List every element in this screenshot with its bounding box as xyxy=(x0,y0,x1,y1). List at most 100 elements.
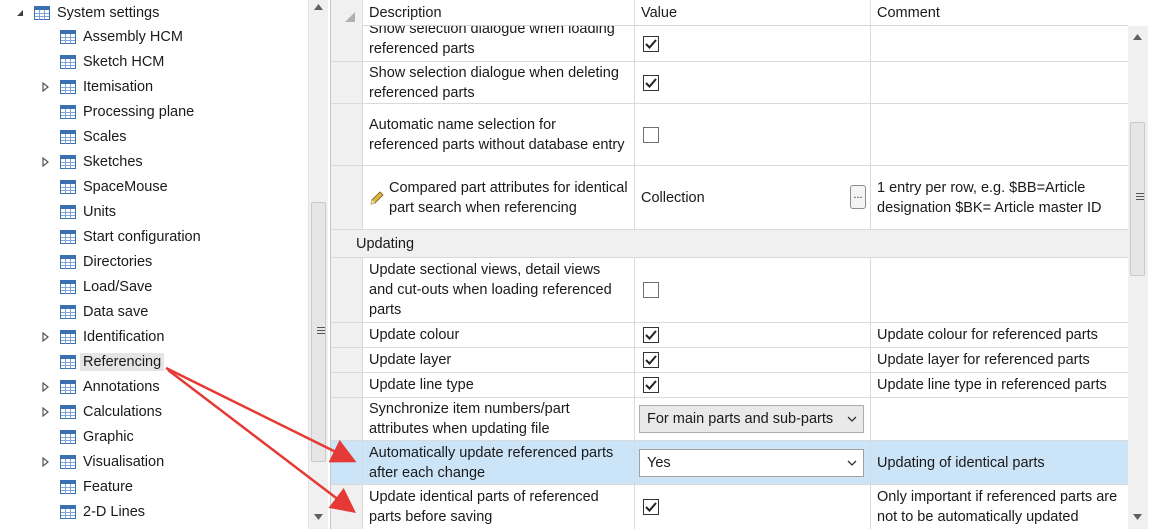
section-header-updating[interactable]: Updating xyxy=(331,230,1128,258)
tree-item[interactable]: Units xyxy=(40,199,119,224)
edit-collection-button[interactable]: ... xyxy=(850,185,866,209)
select-value: For main parts and sub-parts xyxy=(647,411,834,427)
chevron-right-icon[interactable] xyxy=(40,156,52,168)
tree-item-label: Sketches xyxy=(83,153,143,170)
row-comment: Update layer for referenced parts xyxy=(870,348,1128,372)
tree-item-label: Directories xyxy=(83,253,153,270)
row-comment: Only important if referenced parts are n… xyxy=(870,485,1128,529)
settings-table-icon xyxy=(60,29,76,44)
row-value[interactable] xyxy=(634,258,870,322)
tree-item[interactable]: Visualisation xyxy=(40,449,167,474)
row-value[interactable] xyxy=(634,104,870,165)
column-header-value[interactable]: Value xyxy=(634,0,870,26)
tree-item[interactable]: Graphic xyxy=(40,424,137,449)
tree-scrollbar[interactable] xyxy=(308,0,328,529)
tree-scrollbar-thumb[interactable] xyxy=(311,202,326,462)
tree-item[interactable]: Directories xyxy=(40,249,155,274)
grid-row[interactable]: Update colour Update colour for referenc… xyxy=(331,323,1128,348)
row-value[interactable] xyxy=(634,348,870,372)
tree-item-label: Referencing xyxy=(80,352,165,371)
settings-table-icon xyxy=(34,5,50,20)
tree-item[interactable]: Sketch HCM xyxy=(40,49,167,74)
tree-item[interactable]: Feature xyxy=(40,474,136,499)
grid-row[interactable]: Update line type Update line type in ref… xyxy=(331,373,1128,398)
chevron-right-icon[interactable] xyxy=(40,81,52,93)
settings-table-icon xyxy=(60,354,76,369)
row-comment xyxy=(870,62,1128,103)
grid-scrollbar[interactable] xyxy=(1128,26,1148,529)
tree-item[interactable]: Calculations xyxy=(40,399,165,424)
row-value[interactable] xyxy=(634,373,870,397)
tree-item[interactable]: Sketches xyxy=(40,149,146,174)
scroll-down-arrow-icon[interactable] xyxy=(314,514,323,520)
grid-row[interactable]: Compared part attributes for identical p… xyxy=(331,166,1128,230)
grid-scrollbar-thumb[interactable] xyxy=(1130,122,1145,276)
tree-item-label: 2-D Lines xyxy=(83,503,146,520)
settings-table-icon xyxy=(60,204,76,219)
scroll-down-arrow-icon[interactable] xyxy=(1133,514,1142,520)
grid-row[interactable]: Update identical parts of referenced par… xyxy=(331,485,1128,529)
grid-row[interactable]: Show selection dialogue when deleting re… xyxy=(331,62,1128,104)
grid-row[interactable]: Automatic name selection for referenced … xyxy=(331,104,1128,166)
grid-row[interactable]: Synchronize item numbers/part attributes… xyxy=(331,398,1128,441)
row-comment: Updating of identical parts xyxy=(870,441,1128,484)
grid-header: Description Value Comment xyxy=(331,0,1128,26)
chevron-down-icon xyxy=(847,460,857,466)
row-value[interactable]: For main parts and sub-parts xyxy=(634,398,870,440)
chevron-right-icon[interactable] xyxy=(40,406,52,418)
auto-update-select[interactable]: Yes xyxy=(639,448,864,477)
checkbox[interactable] xyxy=(643,282,659,298)
tree-root-system-settings[interactable]: System settings xyxy=(14,0,162,25)
tree-item[interactable]: Load/Save xyxy=(40,274,155,299)
settings-table-icon xyxy=(60,429,76,444)
row-value[interactable] xyxy=(634,62,870,103)
grid-row[interactable]: Update layer Update layer for referenced… xyxy=(331,348,1128,373)
tree-item[interactable]: Processing plane xyxy=(40,99,197,124)
checkbox[interactable] xyxy=(643,499,659,515)
tree-item[interactable]: 2-D Lines xyxy=(40,499,148,524)
tree-item[interactable]: Data save xyxy=(40,299,151,324)
chevron-right-icon[interactable] xyxy=(40,456,52,468)
checkbox[interactable] xyxy=(643,327,659,343)
header-gutter xyxy=(331,0,362,26)
grid-row[interactable]: Show selection dialogue when loading ref… xyxy=(331,26,1128,62)
checkbox[interactable] xyxy=(643,35,659,52)
tree-item[interactable]: Assembly HCM xyxy=(40,24,186,49)
checkbox[interactable] xyxy=(643,74,659,91)
tree-item[interactable]: SpaceMouse xyxy=(40,174,171,199)
tree-item[interactable]: Referencing xyxy=(40,349,165,374)
tree-item[interactable]: Identification xyxy=(40,324,167,349)
checkbox[interactable] xyxy=(643,126,659,143)
scroll-up-arrow-icon[interactable] xyxy=(1133,34,1142,40)
chevron-right-icon[interactable] xyxy=(40,381,52,393)
grid-row[interactable]: Update sectional views, detail views and… xyxy=(331,258,1128,323)
chevron-down-icon[interactable] xyxy=(14,7,26,19)
row-value[interactable] xyxy=(634,485,870,529)
column-header-description[interactable]: Description xyxy=(362,0,634,26)
checkbox[interactable] xyxy=(643,352,659,368)
scroll-up-arrow-icon[interactable] xyxy=(314,4,323,10)
tree-item-label: Sketch HCM xyxy=(83,53,165,70)
chevron-right-icon[interactable] xyxy=(40,331,52,343)
sync-mode-select[interactable]: For main parts and sub-parts xyxy=(639,405,864,433)
tree-item[interactable]: Scales xyxy=(40,124,130,149)
row-value[interactable]: Collection ... xyxy=(634,166,870,229)
tree-item[interactable]: Itemisation xyxy=(40,74,156,99)
pencil-icon xyxy=(369,190,385,206)
tree-item-label: Itemisation xyxy=(83,78,154,95)
row-value[interactable] xyxy=(634,26,870,61)
row-value[interactable]: Yes xyxy=(634,441,870,484)
column-header-comment[interactable]: Comment xyxy=(870,0,1128,26)
row-description: Update sectional views, detail views and… xyxy=(362,258,634,322)
corner-triangle-icon xyxy=(345,12,355,22)
row-value[interactable] xyxy=(634,323,870,347)
tree-item[interactable]: Start configuration xyxy=(40,224,204,249)
row-comment xyxy=(870,104,1128,165)
grid-row-selected[interactable]: Automatically update referenced parts af… xyxy=(331,441,1128,485)
settings-grid: Description Value Comment Show selection… xyxy=(330,0,1150,529)
checkbox[interactable] xyxy=(643,377,659,393)
settings-table-icon xyxy=(60,179,76,194)
tree-item[interactable]: Annotations xyxy=(40,374,163,399)
